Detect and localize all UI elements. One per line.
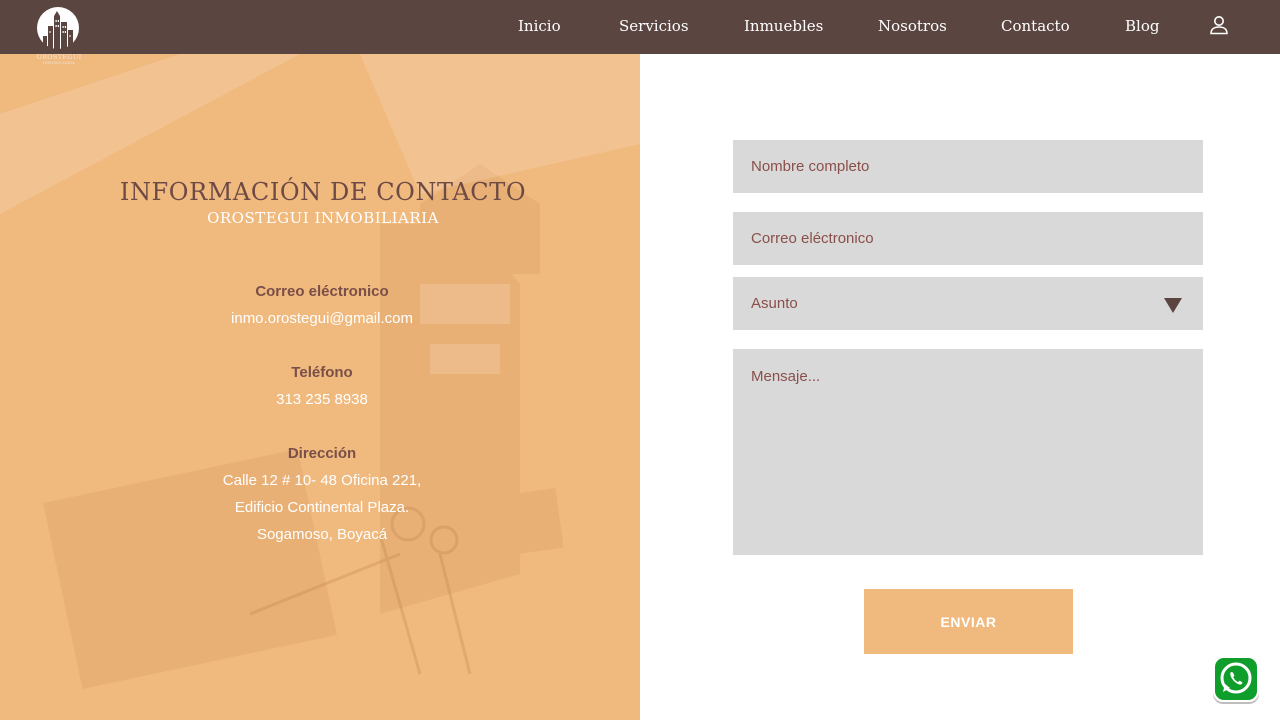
caret-down-icon (1164, 298, 1182, 313)
phone-label: Teléfono (291, 364, 353, 381)
nav-item-inmuebles[interactable]: Inmuebles (744, 17, 823, 35)
full-name-input[interactable] (733, 140, 1203, 193)
user-icon[interactable] (1208, 14, 1230, 36)
nav-item-nosotros[interactable]: Nosotros (878, 17, 947, 35)
email-label: Correo eléctronico (255, 283, 389, 300)
top-navigation-bar: Inicio Servicios Inmuebles Nosotros Cont… (0, 0, 1280, 54)
contact-info-subtitle: OROSTEGUI INMOBILIARIA (207, 209, 439, 227)
submit-button[interactable]: ENVIAR (864, 589, 1073, 654)
contact-info-panel: INFORMACIÓN DE CONTACTO OROSTEGUI INMOBI… (0, 54, 640, 720)
subject-select-value: Asunto (751, 295, 798, 312)
address-line-2: Edificio Continental Plaza. (234, 499, 410, 516)
subject-select[interactable]: Asunto (733, 277, 1203, 330)
email-value[interactable]: inmo.orostegui@gmail.com (0, 310, 640, 327)
whatsapp-icon (1213, 656, 1259, 704)
phone-value[interactable]: 313 235 8938 (0, 391, 640, 408)
contact-info-title: INFORMACIÓN DE CONTACTO (119, 178, 527, 206)
message-textarea[interactable] (733, 349, 1203, 555)
address-label: Dirección (287, 445, 357, 462)
logo-brand-name: OROSTEGUI (36, 53, 82, 61)
contact-info-content: INFORMACIÓN DE CONTACTO OROSTEGUI INMOBI… (0, 54, 640, 720)
building-logo-icon (37, 7, 79, 50)
address-line-3: Sogamoso, Boyacá (256, 526, 388, 543)
brand-logo[interactable]: OROSTEGUI INMOBILIARIA (34, 6, 84, 68)
nav-item-blog[interactable]: Blog (1125, 17, 1159, 35)
email-input[interactable] (733, 212, 1203, 265)
nav-item-servicios[interactable]: Servicios (619, 17, 689, 35)
nav-item-contacto[interactable]: Contacto (1001, 17, 1070, 35)
logo-brand-tagline: INMOBILIARIA (42, 61, 76, 65)
address-line-1: Calle 12 # 10- 48 Oficina 221, (222, 472, 422, 489)
nav-item-inicio[interactable]: Inicio (518, 17, 561, 35)
whatsapp-button[interactable] (1212, 655, 1260, 705)
